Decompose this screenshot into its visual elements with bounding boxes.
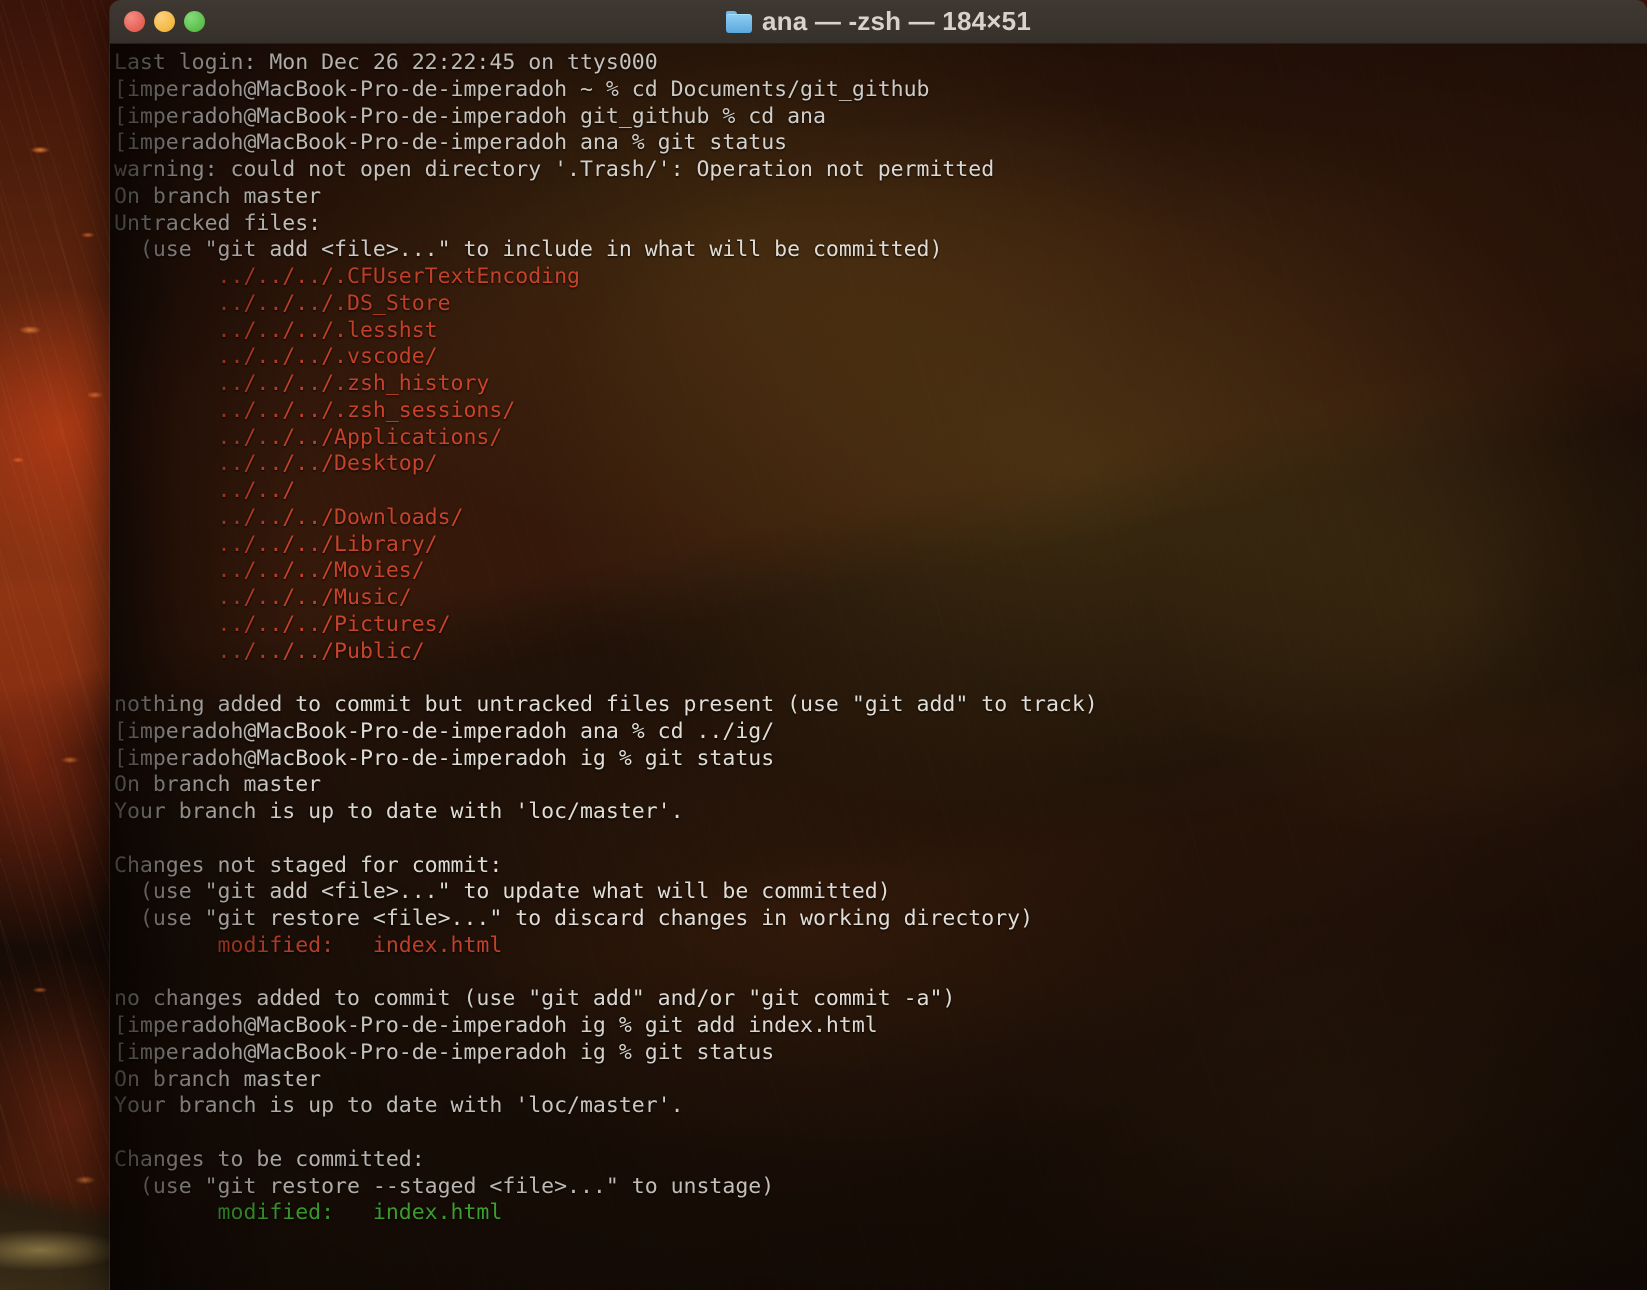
- terminal-line: (use "git add <file>..." to include in w…: [114, 237, 943, 263]
- terminal-line: modified: index.html: [114, 1200, 503, 1226]
- folder-icon: [726, 11, 752, 33]
- terminal-line: [imperadoh@MacBook-Pro-de-imperadoh git_…: [114, 103, 826, 129]
- terminal-line: ../../../.vscode/: [114, 344, 438, 370]
- terminal-line: [imperadoh@MacBook-Pro-de-imperadoh ana …: [114, 718, 775, 744]
- terminal-line: ../../../.zsh_history: [114, 371, 490, 396]
- terminal-line: ../../: [114, 478, 296, 503]
- terminal-line: ../../../.CFUserTextEncoding: [114, 264, 580, 289]
- zoom-button[interactable]: [184, 11, 205, 32]
- terminal-window[interactable]: ana — -zsh — 184×51 Last login: Mon Dec …: [110, 0, 1647, 1290]
- terminal-line: ../../../Movies/: [114, 558, 425, 584]
- close-button[interactable]: [124, 11, 145, 32]
- terminal-line: [imperadoh@MacBook-Pro-de-imperadoh ig %…: [114, 745, 775, 771]
- terminal-body[interactable]: Last login: Mon Dec 26 22:22:45 on ttys0…: [110, 44, 1647, 1290]
- terminal-line: On branch master: [114, 1066, 322, 1092]
- terminal-line: modified: index.html: [114, 932, 503, 958]
- terminal-line: ../../../Public/: [114, 638, 425, 664]
- terminal-line: ../../../Applications/: [114, 424, 503, 450]
- terminal-line: [imperadoh@MacBook-Pro-de-imperadoh ig %…: [114, 1039, 775, 1065]
- terminal-line: [imperadoh@MacBook-Pro-de-imperadoh ~ % …: [114, 76, 930, 102]
- terminal-line: [imperadoh@MacBook-Pro-de-imperadoh ana …: [114, 130, 788, 156]
- terminal-line: Changes not staged for commit:: [114, 852, 503, 878]
- window-titlebar[interactable]: ana — -zsh — 184×51: [110, 0, 1647, 44]
- terminal-line: nothing added to commit but untracked fi…: [114, 692, 1098, 717]
- terminal-line: warning: could not open directory '.Tras…: [114, 157, 995, 182]
- terminal-line: ../../../Downloads/: [114, 504, 464, 530]
- terminal-line: ../../../.zsh_sessions/: [114, 397, 516, 423]
- terminal-line: [imperadoh@MacBook-Pro-de-imperadoh ig %…: [114, 1013, 878, 1038]
- minimize-button[interactable]: [154, 11, 175, 32]
- terminal-output[interactable]: Last login: Mon Dec 26 22:22:45 on ttys0…: [110, 44, 1098, 1227]
- terminal-line: On branch master: [114, 183, 322, 209]
- terminal-line: ../../../Pictures/: [114, 611, 451, 637]
- terminal-line: (use "git add <file>..." to update what …: [114, 879, 891, 905]
- terminal-line: ../../../.lesshst: [114, 317, 438, 343]
- terminal-line: Last login: Mon Dec 26 22:22:45 on ttys0…: [114, 50, 658, 75]
- terminal-line: Changes to be committed:: [114, 1146, 425, 1172]
- terminal-line: ../../../Library/: [114, 531, 438, 557]
- window-title-area: ana — -zsh — 184×51: [110, 6, 1647, 37]
- window-controls: [124, 11, 205, 32]
- terminal-line: On branch master: [114, 772, 322, 798]
- terminal-line: Your branch is up to date with 'loc/mast…: [114, 1093, 684, 1119]
- terminal-line: no changes added to commit (use "git add…: [114, 986, 956, 1012]
- terminal-line: Your branch is up to date with 'loc/mast…: [114, 799, 684, 824]
- terminal-line: (use "git restore --staged <file>..." to…: [114, 1173, 775, 1199]
- terminal-line: ../../../Music/: [114, 585, 412, 610]
- terminal-line: (use "git restore <file>..." to discard …: [114, 906, 1034, 931]
- terminal-line: ../../../.DS_Store: [114, 290, 451, 316]
- terminal-line: ../../../Desktop/: [114, 451, 438, 477]
- terminal-line: Untracked files:: [114, 210, 322, 236]
- window-title: ana — -zsh — 184×51: [762, 6, 1031, 36]
